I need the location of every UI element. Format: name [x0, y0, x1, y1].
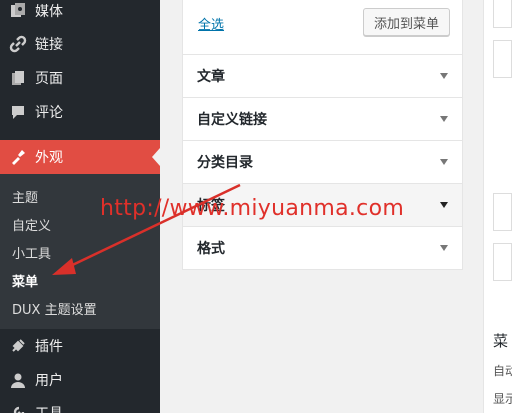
sidebar-item-label: 评论 — [35, 105, 63, 121]
submenu-item-customize[interactable]: 自定义 — [12, 215, 51, 234]
submenu-item-themes[interactable]: 主题 — [12, 187, 38, 206]
caret-down-icon — [440, 159, 448, 165]
comments-icon — [9, 103, 27, 121]
select-all-link[interactable]: 全选 — [198, 14, 224, 33]
caret-down-icon — [440, 202, 448, 208]
menu-settings-label: 显示 — [493, 392, 512, 406]
submenu-item-menus[interactable]: 菜单 — [12, 271, 38, 290]
menu-items-panel: 全选 添加到菜单 文章 自定义链接 分类目录 标签 格式 — [182, 0, 463, 270]
watermark-text: http://www.miyuanma.com — [100, 196, 405, 221]
sidebar-item-appearance[interactable]: 外观 — [0, 140, 160, 174]
sidebar-item-comments[interactable]: 评论 — [0, 95, 160, 129]
sidebar-item-label: 工具 — [35, 403, 63, 413]
accordion-title: 文章 — [197, 69, 225, 85]
accordion-section-formats[interactable]: 格式 — [183, 226, 462, 269]
accordion-section-custom-links[interactable]: 自定义链接 — [183, 97, 462, 140]
sidebar-item-links[interactable]: 链接 — [0, 27, 160, 61]
sidebar-item-label: 外观 — [35, 150, 63, 166]
caret-down-icon — [440, 73, 448, 79]
sidebar-item-pages[interactable]: 页面 — [0, 61, 160, 95]
accordion-section-categories[interactable]: 分类目录 — [183, 140, 462, 183]
add-to-menu-button[interactable]: 添加到菜单 — [363, 8, 450, 36]
link-icon — [9, 35, 27, 53]
accordion-title: 格式 — [197, 241, 225, 257]
accordion-title: 自定义链接 — [197, 112, 267, 128]
menu-item-box[interactable] — [493, 0, 512, 28]
menu-item-box[interactable] — [493, 193, 512, 231]
tools-icon — [9, 404, 27, 413]
media-icon — [9, 2, 27, 20]
menu-item-box[interactable] — [493, 243, 512, 281]
caret-down-icon — [440, 245, 448, 251]
menu-settings-label: 自动 — [493, 364, 512, 378]
accordion-section-posts[interactable]: 文章 — [183, 54, 462, 97]
sidebar-item-tools[interactable]: 工具 — [0, 396, 160, 413]
sidebar-item-media[interactable]: 媒体 — [0, 0, 160, 28]
submenu-item-dux-settings[interactable]: DUX 主题设置 — [12, 299, 97, 318]
submenu-item-widgets[interactable]: 小工具 — [12, 243, 51, 262]
accordion-title: 分类目录 — [197, 155, 253, 171]
plugins-icon — [9, 337, 27, 355]
caret-down-icon — [440, 116, 448, 122]
sidebar-item-label: 链接 — [35, 37, 63, 53]
pages-icon — [9, 69, 27, 87]
users-icon — [9, 371, 27, 389]
sidebar-item-label: 页面 — [35, 71, 63, 87]
sidebar-item-label: 插件 — [35, 339, 63, 355]
menu-item-box[interactable] — [493, 40, 512, 78]
sidebar-item-label: 媒体 — [35, 4, 63, 20]
appearance-icon — [9, 148, 27, 166]
active-indicator — [152, 148, 160, 166]
sidebar-item-label: 用户 — [35, 373, 63, 389]
sidebar-item-plugins[interactable]: 插件 — [0, 329, 160, 363]
menu-settings-heading: 菜 — [493, 332, 509, 350]
sidebar-item-users[interactable]: 用户 — [0, 363, 160, 397]
